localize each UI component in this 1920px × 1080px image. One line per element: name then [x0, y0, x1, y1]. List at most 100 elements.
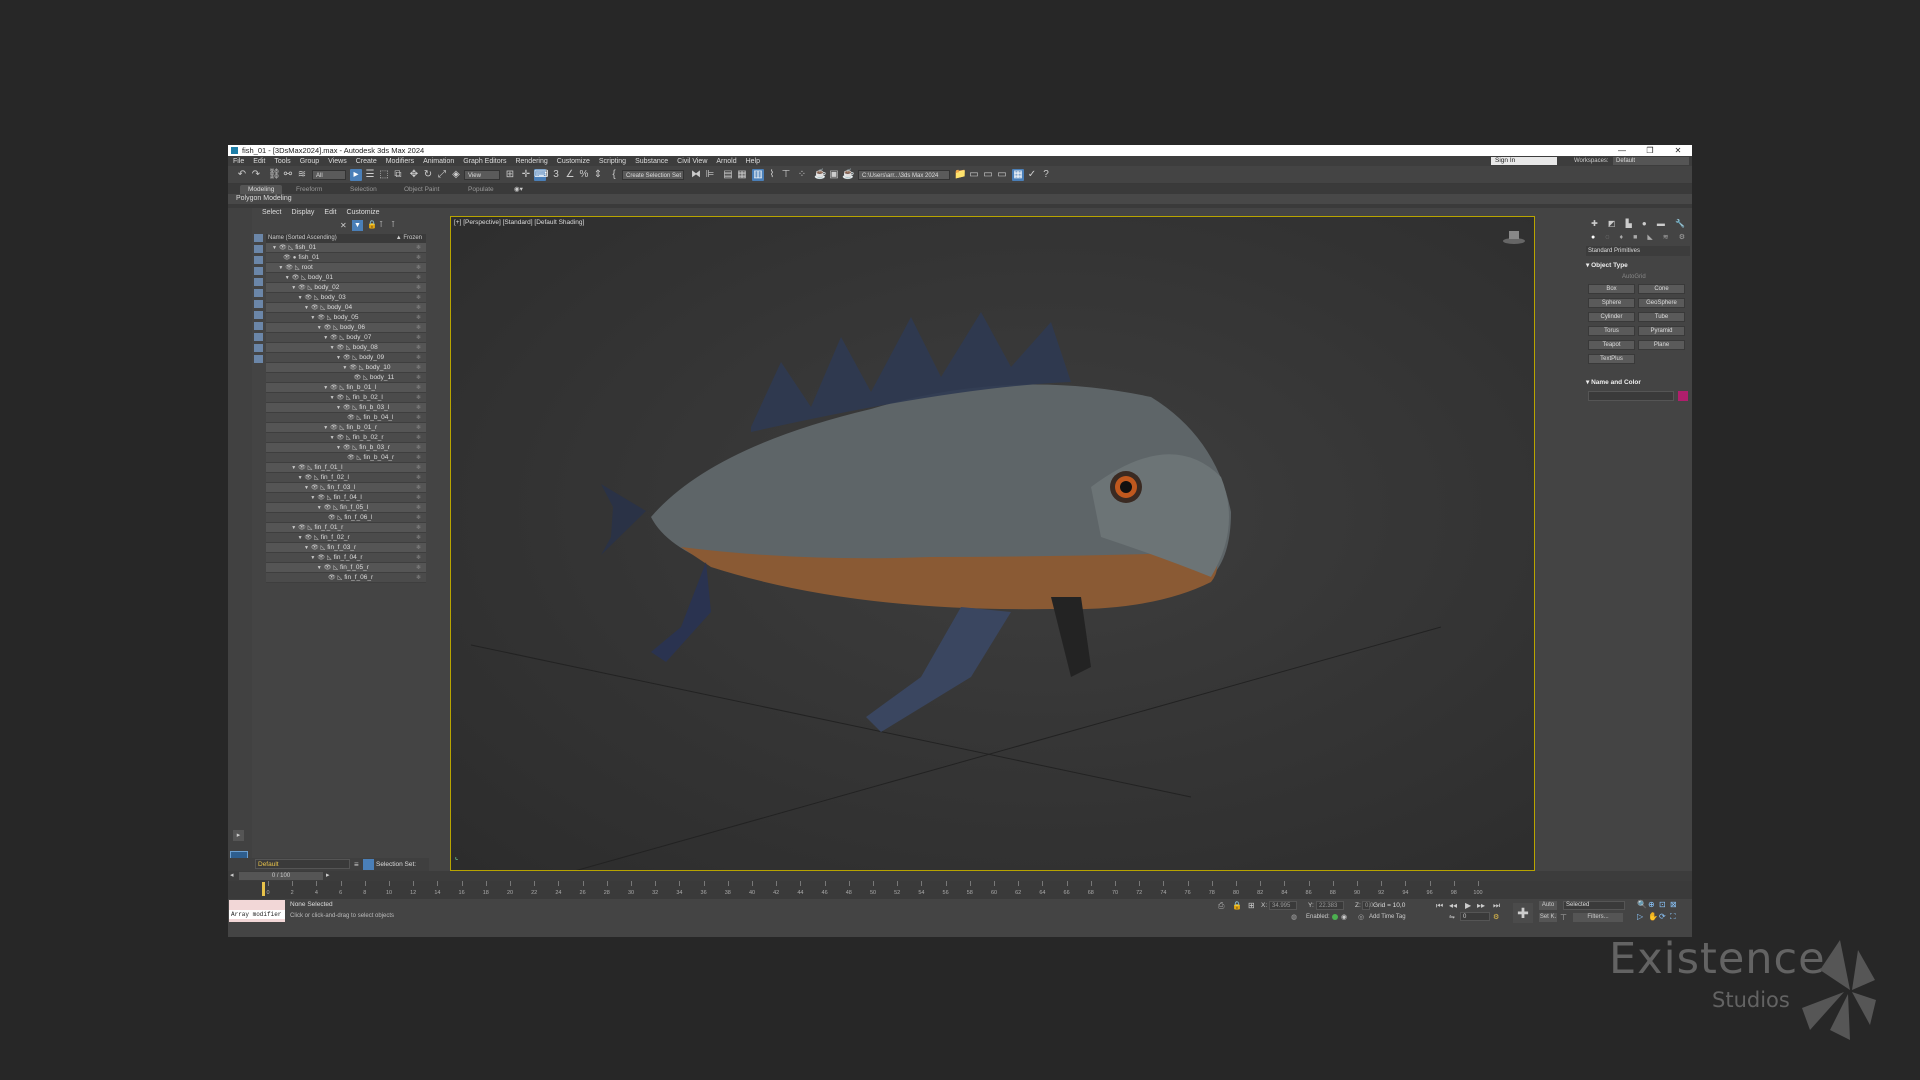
tree-row[interactable]: ▼ 👁 ◺ body_10 ❄	[266, 363, 426, 373]
lock-icon[interactable]: 🔒	[367, 220, 377, 229]
tree-header[interactable]: Name (Sorted Ascending) ▲ Frozen	[266, 234, 426, 243]
freeze-toggle-icon[interactable]: ❄	[416, 563, 421, 573]
tree-row[interactable]: ▼ 👁 ◺ root ❄	[266, 263, 426, 273]
add-time-tag-icon[interactable]: ◎	[1358, 913, 1364, 921]
play-animation-icon[interactable]: ▶	[1465, 901, 1471, 910]
expand-toggle-icon[interactable]: ▼	[310, 315, 315, 321]
freeze-toggle-icon[interactable]: ❄	[416, 253, 421, 263]
textplus-button[interactable]: TextPlus	[1588, 354, 1635, 364]
tree-row[interactable]: ▼ 👁 ◺ fin_f_01_r ❄	[266, 523, 426, 533]
freeze-toggle-icon[interactable]: ❄	[416, 333, 421, 343]
material-editor-icon[interactable]: ⁘	[796, 169, 808, 181]
visibility-eye-icon[interactable]: 👁	[305, 475, 313, 481]
tube-button[interactable]: Tube	[1638, 312, 1685, 322]
tree-row[interactable]: ▼ 👁 ◺ fin_b_02_r ❄	[266, 433, 426, 443]
mirror-icon[interactable]: ⧓	[690, 169, 702, 181]
tree-row[interactable]: ▼ 👁 ◺ fin_b_01_r ❄	[266, 423, 426, 433]
prev-frame-icon[interactable]: ◂	[230, 871, 234, 879]
menu-group[interactable]: Group	[300, 158, 319, 165]
key-set-dropdown[interactable]: Selected	[1563, 901, 1625, 910]
expand-toggle-icon[interactable]: ▼	[323, 385, 328, 391]
time-tag-icon[interactable]: ◉	[1341, 913, 1347, 921]
adaptive-degradation-icon[interactable]: ◍	[1291, 913, 1297, 921]
visibility-eye-icon[interactable]: 👁	[328, 575, 336, 581]
expand-toggle-icon[interactable]: ▼	[272, 245, 277, 251]
tree-row[interactable]: ▼ 👁 ◺ fin_b_02_l ❄	[266, 393, 426, 403]
visibility-eye-icon[interactable]: 👁	[305, 535, 313, 541]
curve-editor-icon[interactable]: ⌇	[766, 169, 778, 181]
freeze-toggle-icon[interactable]: ❄	[416, 533, 421, 543]
go-to-start-icon[interactable]: ⏮	[1436, 901, 1443, 911]
freeze-toggle-icon[interactable]: ❄	[416, 373, 421, 383]
expand-toggle-icon[interactable]: ▼	[323, 425, 328, 431]
freeze-toggle-icon[interactable]: ❄	[416, 383, 421, 393]
freeze-toggle-icon[interactable]: ❄	[416, 313, 421, 323]
expand-toggle-icon[interactable]: ▼	[278, 265, 283, 271]
visibility-eye-icon[interactable]: 👁	[317, 555, 325, 561]
visibility-eye-icon[interactable]: 👁	[283, 255, 291, 261]
explorer-menu-select[interactable]: Select	[262, 208, 281, 218]
visibility-eye-icon[interactable]: 👁	[298, 465, 306, 471]
xrefs-filter-icon[interactable]	[254, 311, 263, 319]
tab-modeling[interactable]: Modeling	[240, 185, 283, 194]
pivot-center-icon[interactable]: ⊞	[504, 169, 516, 181]
expand-toggle-icon[interactable]: ▼	[317, 325, 322, 331]
enabled-indicator[interactable]	[1332, 914, 1338, 920]
keyboard-shortcut-toggle-icon[interactable]: ⌨	[534, 169, 548, 181]
zoom-extents-icon[interactable]: ⊡	[1659, 900, 1666, 909]
containers-filter-icon[interactable]	[254, 333, 263, 341]
visibility-eye-icon[interactable]: 👁	[317, 315, 325, 321]
project-folder-dropdown[interactable]: C:\Users\arr...\3ds Max 2024	[858, 170, 950, 180]
tab-object-paint[interactable]: Object Paint	[396, 185, 447, 194]
autogrid-checkbox[interactable]: AutoGrid	[1622, 274, 1646, 280]
field-of-view-icon[interactable]: ▷	[1637, 912, 1643, 921]
cameras-filter-icon[interactable]	[254, 267, 263, 275]
visibility-eye-icon[interactable]: 👁	[305, 295, 313, 301]
key-filter-icon[interactable]: ⊤	[1560, 913, 1567, 922]
bind-space-warp-icon[interactable]: ≋	[296, 169, 308, 181]
select-object-icon[interactable]: ▸	[350, 169, 362, 181]
visibility-eye-icon[interactable]: 👁	[337, 345, 345, 351]
tree-row[interactable]: ▼ 👁 ◺ body_05 ❄	[266, 313, 426, 323]
menu-file[interactable]: File	[233, 158, 244, 165]
tree-row[interactable]: ▼ 👁 ◺ fin_f_01_l ❄	[266, 463, 426, 473]
track-bar[interactable]: 0 2 4 6 8 10 12 14 16 18 20 22 24 26 28 30 32 34 36 38 40 42 4…	[228, 881, 1692, 899]
groups-filter-icon[interactable]	[254, 300, 263, 308]
redo-icon[interactable]: ↷	[250, 169, 262, 181]
tree-row[interactable]: ▼ 👁 ◺ fin_f_02_l ❄	[266, 473, 426, 483]
current-frame-field[interactable]: 0	[1460, 912, 1490, 921]
tab-selection[interactable]: Selection	[342, 185, 385, 194]
expand-toggle-icon[interactable]: ▼	[285, 275, 290, 281]
visibility-eye-icon[interactable]: 👁	[324, 325, 332, 331]
display-tab-icon[interactable]: ▬	[1657, 217, 1665, 231]
rect-selection-region-icon[interactable]: ⬚	[378, 169, 390, 181]
freeze-toggle-icon[interactable]: ❄	[416, 543, 421, 553]
visibility-eye-icon[interactable]: 👁	[337, 395, 345, 401]
explorer-menu-display[interactable]: Display	[291, 208, 314, 218]
tree-row[interactable]: ▼ 👁 ◺ fin_b_03_l ❄	[266, 403, 426, 413]
freeze-toggle-icon[interactable]: ❄	[416, 303, 421, 313]
teapot-button[interactable]: Teapot	[1588, 340, 1635, 350]
z-coord-field[interactable]: 0.0	[1362, 901, 1373, 910]
go-to-end-icon[interactable]: ⏭	[1493, 901, 1500, 911]
visibility-eye-icon[interactable]: 👁	[324, 505, 332, 511]
menu-graph-editors[interactable]: Graph Editors	[463, 158, 506, 165]
render-production-icon[interactable]: ☕	[842, 169, 854, 181]
zoom-extents-all-icon[interactable]: ⊠	[1670, 900, 1677, 909]
absolute-mode-icon[interactable]: ⊞	[1248, 901, 1255, 910]
explorer-menu-customize[interactable]: Customize	[346, 208, 379, 218]
isolate-selection-icon[interactable]: ⎙	[1218, 901, 1224, 911]
sync-selection-icon[interactable]: ⊺	[391, 220, 395, 229]
expand-toggle-icon[interactable]: ▼	[304, 485, 309, 491]
menu-tools[interactable]: Tools	[274, 158, 290, 165]
zoom-all-icon[interactable]: ⊕	[1648, 900, 1655, 909]
frozen-column-label[interactable]: ▲ Frozen	[396, 234, 422, 243]
render-setup-icon[interactable]: ☕	[814, 169, 826, 181]
motion-tab-icon[interactable]: ●	[1642, 217, 1647, 231]
undo-icon[interactable]: ↶	[236, 169, 248, 181]
visibility-eye-icon[interactable]: 👁	[317, 495, 325, 501]
menu-modifiers[interactable]: Modifiers	[386, 158, 414, 165]
angle-snap-icon[interactable]: ∠	[564, 169, 576, 181]
spacewarps-filter-icon[interactable]	[254, 289, 263, 297]
expand-toggle-icon[interactable]: ▼	[310, 495, 315, 501]
